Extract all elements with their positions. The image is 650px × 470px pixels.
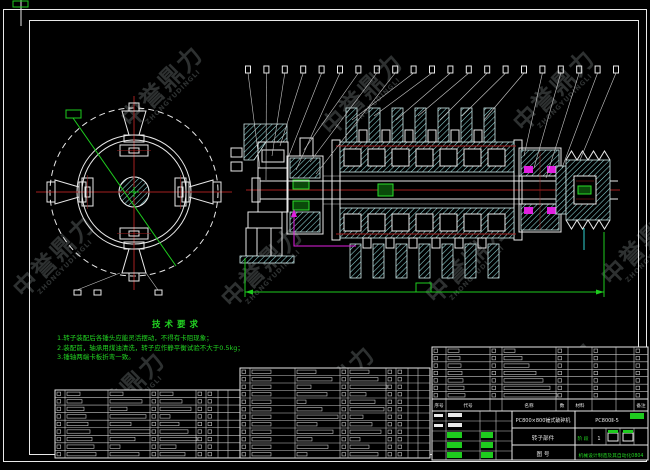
stage-label: 阶 段 [577,435,588,442]
footer-text: 机械设计制造及其自动化0804 [579,452,644,459]
bom-header-code: 代号 [463,402,473,409]
product-title: PC800×800锤式破碎机 [516,417,571,424]
rotor-key [378,184,393,196]
cad-sheet: 中誉鼎力ZHONGYUDINGLI中誉鼎力ZHONGYUDINGLI中誉鼎力ZH… [0,0,650,470]
bom-header-note: 备注 [636,402,646,409]
tech-req-item: 3.锤轴两端卡板折弯一致。 [57,352,135,361]
bom-header-material: 材料 [575,402,585,409]
title-bottom-label: 图 号 [537,450,550,458]
coupling-hub [290,158,320,178]
signature-stamp [447,432,462,438]
tech-req-title: 技术要求 [152,319,202,330]
cad-drawing-canvas: 中誉鼎力ZHONGYUDINGLI中誉鼎力ZHONGYUDINGLI中誉鼎力ZH… [0,0,650,470]
tech-req-item: 2.装配前，轴承用煤油清洗，转子应作静平衡试验不大于0.5kg； [57,343,244,352]
bom-header-no: 序号 [434,402,444,409]
tech-req-item: 1.转子装配后各锤头应能灵活摆动，不得有卡阻现象； [57,333,213,342]
bom-header-qty: 数 [560,402,565,409]
bom-header-name: 名称 [524,402,534,409]
pulley-key [578,186,591,194]
part-title: 转子部件 [532,434,555,442]
drawing-number: PC800Ⅱ-5 [595,418,619,424]
sheet-value: 1 [597,436,600,442]
